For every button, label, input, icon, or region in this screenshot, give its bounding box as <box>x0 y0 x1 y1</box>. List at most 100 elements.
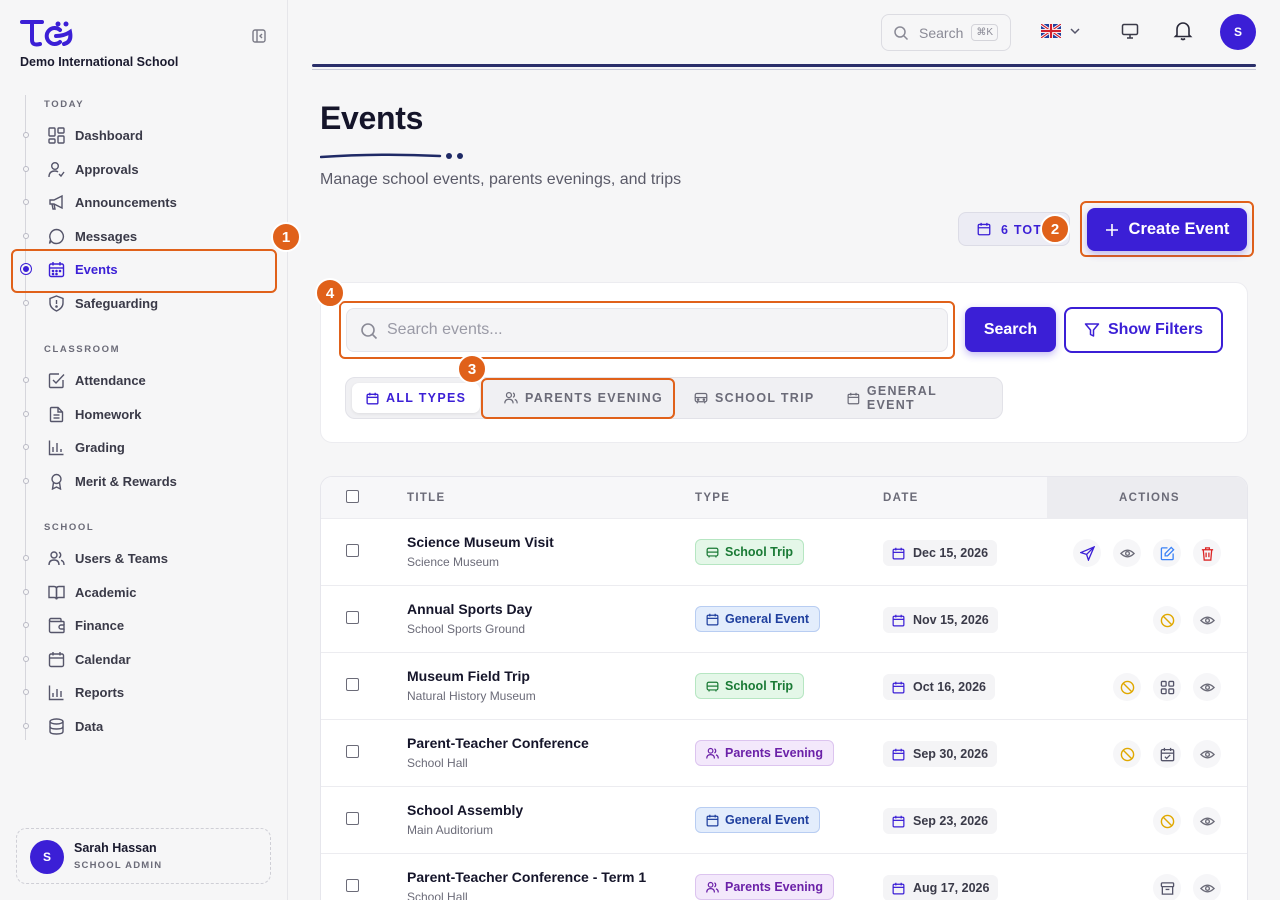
calendar-icon <box>892 815 905 827</box>
cancel-icon[interactable] <box>1153 606 1181 634</box>
tab-label: ALL TYPES <box>386 391 467 405</box>
nav-section-school: SCHOOL <box>44 522 95 533</box>
nav-dot <box>23 444 29 450</box>
calendar-icon <box>892 748 905 760</box>
global-search-placeholder: Search <box>919 25 964 41</box>
school-logo[interactable] <box>20 18 74 53</box>
bell-icon[interactable] <box>1172 19 1194 41</box>
sidebar-item-homework[interactable]: Homework <box>20 400 272 428</box>
row-checkbox[interactable] <box>346 678 359 691</box>
sidebar-item-grading[interactable]: Grading <box>20 433 272 461</box>
sidebar-item-dashboard[interactable]: Dashboard <box>20 121 272 149</box>
eye-icon[interactable] <box>1113 539 1141 567</box>
trash-icon[interactable] <box>1193 539 1221 567</box>
event-search-input[interactable] <box>387 309 937 351</box>
sidebar-item-messages[interactable]: Messages <box>20 222 272 250</box>
language-selector[interactable] <box>1039 20 1083 42</box>
cancel-icon[interactable] <box>1113 673 1141 701</box>
search-button[interactable]: Search <box>965 307 1056 352</box>
sidebar-item-academic[interactable]: Academic <box>20 578 272 606</box>
table-row[interactable]: Science Museum Visit Science Museum Scho… <box>321 519 1247 586</box>
row-checkbox[interactable] <box>346 544 359 557</box>
table-row[interactable]: School Assembly Main Auditorium General … <box>321 787 1247 854</box>
eye-icon[interactable] <box>1193 673 1221 701</box>
row-checkbox[interactable] <box>346 611 359 624</box>
send-icon[interactable] <box>1073 539 1101 567</box>
create-event-label: Create Event <box>1128 220 1230 238</box>
create-event-button[interactable]: Create Event <box>1087 208 1247 251</box>
event-title[interactable]: School Assembly <box>407 802 523 818</box>
table-row[interactable]: Parent-Teacher Conference - Term 1 Schoo… <box>321 854 1247 900</box>
event-search-field[interactable] <box>346 308 948 352</box>
calendar-icon <box>892 882 905 894</box>
column-header-title[interactable]: TITLE <box>407 492 445 504</box>
row-checkbox[interactable] <box>346 812 359 825</box>
eye-icon[interactable] <box>1193 874 1221 900</box>
calendar-icon <box>892 681 905 693</box>
sidebar-item-reports[interactable]: Reports <box>20 678 272 706</box>
annotation-badge-3: 3 <box>457 354 487 384</box>
eye-icon[interactable] <box>1193 807 1221 835</box>
sidebar-item-calendar[interactable]: Calendar <box>20 645 272 673</box>
event-date: Oct 16, 2026 <box>913 680 986 694</box>
row-checkbox[interactable] <box>346 879 359 892</box>
sidebar-item-label: Dashboard <box>75 127 143 143</box>
sidebar-item-safeguarding[interactable]: Safeguarding <box>20 289 272 317</box>
column-header-type[interactable]: TYPE <box>695 492 730 504</box>
users-icon <box>47 549 65 567</box>
date-pill: Sep 23, 2026 <box>883 808 998 834</box>
monitor-icon[interactable] <box>1119 20 1141 42</box>
message-icon <box>47 227 65 245</box>
cancel-icon[interactable] <box>1153 807 1181 835</box>
user-profile-card[interactable]: S Sarah Hassan SCHOOL ADMIN <box>16 828 271 884</box>
tab-school-trip[interactable]: SCHOOL TRIP <box>680 383 829 413</box>
show-filters-button[interactable]: Show Filters <box>1064 307 1223 353</box>
sidebar-item-announcements[interactable]: Announcements <box>20 188 272 216</box>
archive-icon[interactable] <box>1153 874 1181 900</box>
grid-icon[interactable] <box>1153 673 1181 701</box>
calendar-check-icon[interactable] <box>1153 740 1181 768</box>
sidebar-item-label: Academic <box>75 584 137 600</box>
sidebar-item-merit-rewards[interactable]: Merit & Rewards <box>20 467 272 495</box>
collapse-sidebar-icon[interactable] <box>251 28 267 44</box>
sidebar-item-attendance[interactable]: Attendance <box>20 366 272 394</box>
table-row[interactable]: Parent-Teacher Conference School Hall Pa… <box>321 720 1247 787</box>
table-row[interactable]: Museum Field Trip Natural History Museum… <box>321 653 1247 720</box>
megaphone-icon <box>47 193 65 211</box>
cancel-icon[interactable] <box>1113 740 1141 768</box>
page-title: Events <box>320 100 424 136</box>
header-divider <box>312 64 1256 67</box>
row-checkbox[interactable] <box>346 745 359 758</box>
type-badge-label: School Trip <box>725 545 794 559</box>
event-location: School Sports Ground <box>407 622 526 636</box>
sidebar-item-label: Finance <box>75 617 125 633</box>
select-all-checkbox[interactable] <box>346 490 359 503</box>
plus-icon <box>1105 223 1118 236</box>
annotation-badge-4: 4 <box>315 278 345 308</box>
eye-icon[interactable] <box>1193 606 1221 634</box>
edit-icon[interactable] <box>1153 539 1181 567</box>
sidebar-item-finance[interactable]: Finance <box>20 611 272 639</box>
event-title[interactable]: Science Museum Visit <box>407 534 554 550</box>
event-location: School Hall <box>407 890 468 900</box>
sidebar-item-data[interactable]: Data <box>20 712 272 740</box>
bus-icon <box>706 681 719 691</box>
tab-general-event[interactable]: GENERAL EVENT <box>833 383 1002 413</box>
event-title[interactable]: Museum Field Trip <box>407 668 530 684</box>
annotation-highlight-1 <box>11 249 277 293</box>
sidebar-item-label: Attendance <box>75 372 146 388</box>
column-header-date[interactable]: DATE <box>883 492 919 504</box>
sidebar-item-approvals[interactable]: Approvals <box>20 155 272 183</box>
user-avatar-button[interactable]: S <box>1220 14 1256 50</box>
global-search-input[interactable]: Search ⌘K <box>881 14 1011 51</box>
event-title[interactable]: Annual Sports Day <box>407 601 532 617</box>
tab-all-types[interactable]: ALL TYPES <box>352 383 481 413</box>
sidebar-item-users-teams[interactable]: Users & Teams <box>20 544 272 572</box>
event-title[interactable]: Parent-Teacher Conference <box>407 735 589 751</box>
sidebar: Demo International School TODAY Dashboar… <box>0 0 288 900</box>
page-subtitle: Manage school events, parents evenings, … <box>320 171 682 188</box>
table-row[interactable]: Annual Sports Day School Sports Ground G… <box>321 586 1247 653</box>
nav-dot <box>23 689 29 695</box>
eye-icon[interactable] <box>1193 740 1221 768</box>
event-title[interactable]: Parent-Teacher Conference - Term 1 <box>407 869 646 885</box>
